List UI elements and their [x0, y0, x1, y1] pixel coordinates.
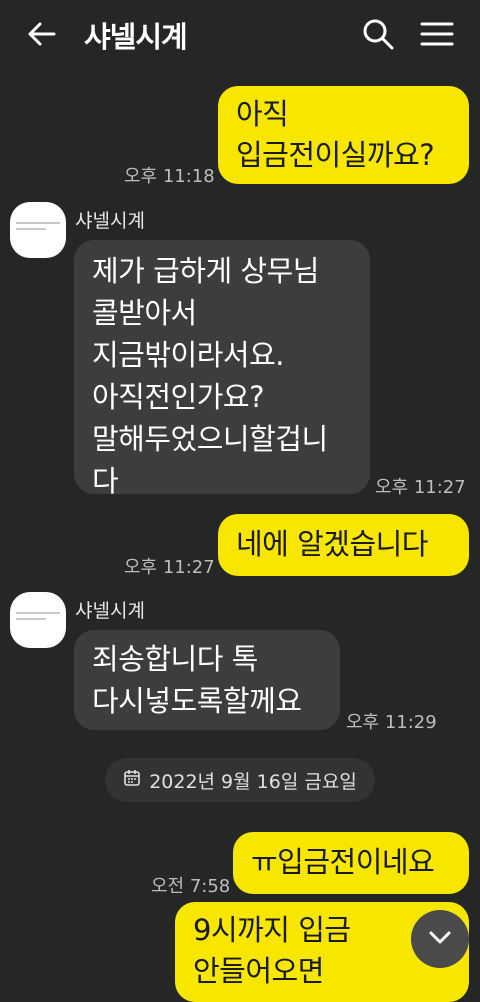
message-time: 오후 11:29	[346, 712, 437, 733]
my-message-bubble[interactable]: 아직 입금전이실까요?	[218, 86, 469, 184]
message-line: 죄송합니다 톡	[92, 642, 258, 676]
message-line: 지금밖이라서요.	[92, 338, 284, 372]
sender-name: 샤넬시계	[75, 210, 145, 232]
calendar-icon	[123, 769, 141, 792]
message-line: 다시넣도록할께요	[92, 684, 302, 718]
my-message-bubble[interactable]: 네에 알겠습니다	[218, 514, 469, 576]
chevron-down-icon	[426, 923, 454, 955]
message-line: 안들어오면	[193, 954, 324, 988]
received-message-bubble[interactable]: 죄송합니다 톡 다시넣도록할께요	[74, 630, 340, 730]
search-icon[interactable]	[360, 16, 396, 52]
message-time: 오후 11:18	[124, 166, 215, 187]
message-time: 오후 11:27	[124, 557, 215, 578]
message-line: 아직전인가요?	[92, 380, 264, 414]
sender-name: 샤넬시계	[75, 600, 145, 622]
message-time: 오전 7:58	[151, 876, 231, 897]
message-line: 다	[92, 464, 119, 498]
my-message-bubble[interactable]: ㅠ입금전이네요	[233, 832, 469, 894]
received-message-bubble[interactable]: 제가 급하게 상무님 콜받아서 지금밖이라서요. 아직전인가요? 말해두었으니할…	[74, 240, 370, 498]
message-line: 입금전이실까요?	[236, 138, 435, 172]
message-line: 말해두었으니할겁니	[92, 422, 328, 456]
scroll-to-bottom-button[interactable]	[411, 910, 469, 968]
message-line: 아직	[236, 97, 289, 131]
chat-header: 샤넬시계	[0, 0, 480, 70]
sender-avatar[interactable]	[10, 592, 66, 648]
date-divider: 2022년 9월 16일 금요일	[105, 758, 375, 802]
hamburger-menu-icon[interactable]	[418, 16, 456, 52]
message-line: 제가 급하게 상무님	[92, 254, 319, 288]
message-line: 네에 알겠습니다	[236, 527, 428, 561]
message-time: 오후 11:27	[375, 477, 466, 498]
message-line: ㅠ입금전이네요	[251, 845, 435, 879]
sender-avatar[interactable]	[10, 202, 66, 258]
date-label: 2022년 9월 16일 금요일	[149, 770, 357, 793]
chat-title: 샤넬시계	[84, 20, 188, 54]
back-arrow-icon[interactable]	[24, 16, 60, 52]
message-line: 콜받아서	[92, 296, 197, 330]
